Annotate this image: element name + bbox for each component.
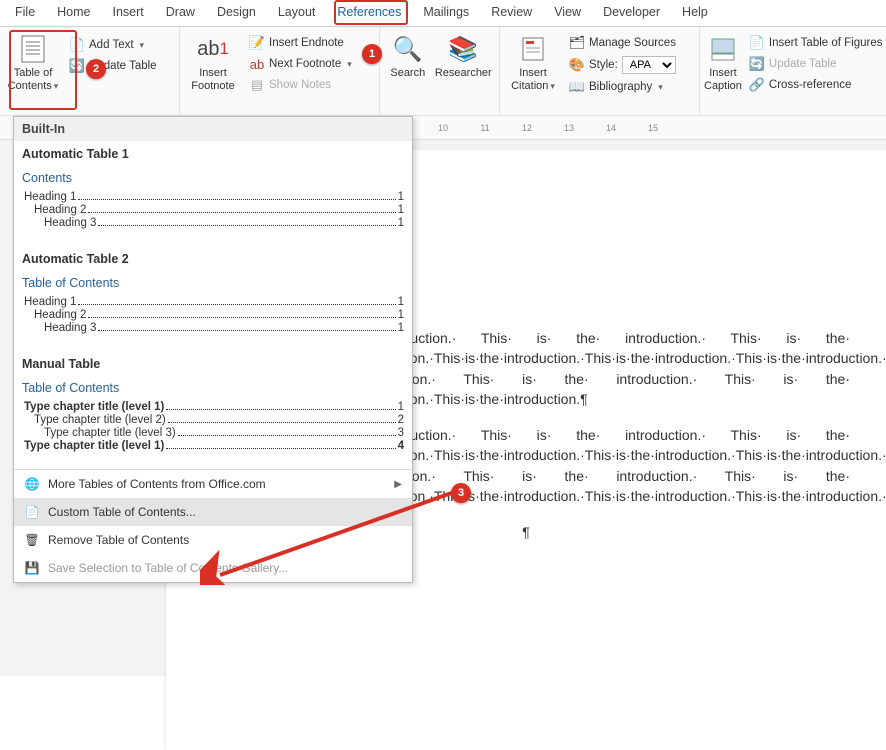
tab-home[interactable]: Home <box>46 0 101 26</box>
tab-developer[interactable]: Developer <box>592 0 671 26</box>
cross-reference-button[interactable]: 🔗 Cross-reference <box>746 75 886 95</box>
pilcrow-mark: ¶ <box>522 524 530 540</box>
toc-menu: 🌐 More Tables of Contents from Office.co… <box>14 469 412 582</box>
update-table-button[interactable]: 🔄 Update Table <box>66 56 160 76</box>
toc-preview-auto1[interactable]: Automatic Table 1 Contents Heading 11 He… <box>14 141 412 246</box>
citation-label: Insert Citation▾ <box>511 67 555 93</box>
toc-gallery-dropdown: Built-In Automatic Table 1 Contents Head… <box>13 116 413 583</box>
tab-view[interactable]: View <box>543 0 592 26</box>
toc-button-label: Table of Contents▾ <box>8 67 59 93</box>
save-gallery-icon: 💾 <box>24 561 40 575</box>
insert-caption-button[interactable]: Insert Caption <box>704 29 742 113</box>
toc-preview-auto2[interactable]: Automatic Table 2 Table of Contents Head… <box>14 246 412 351</box>
more-toc-office-item[interactable]: 🌐 More Tables of Contents from Office.co… <box>14 470 412 498</box>
insert-citation-button[interactable]: Insert Citation▾ <box>504 29 562 113</box>
tab-file[interactable]: File <box>4 0 46 26</box>
bibliography-button[interactable]: 📖 Bibliography▾ <box>566 77 679 97</box>
table-of-contents-button[interactable]: Table of Contents▾ <box>4 29 62 113</box>
update-caption-icon: 🔄 <box>749 56 765 72</box>
caption-icon <box>707 33 739 65</box>
insert-footnote-button[interactable]: ab1 Insert Footnote <box>184 29 242 113</box>
builtin-header: Built-In <box>14 117 412 141</box>
show-notes-icon: ▤ <box>249 77 265 93</box>
page-icon: 📄 <box>24 505 40 519</box>
manage-sources-button[interactable]: 🗂 Manage Sources <box>566 33 679 53</box>
crossref-icon: 🔗 <box>749 77 765 93</box>
custom-toc-item[interactable]: 📄 Custom Table of Contents... <box>14 498 412 526</box>
style-icon: 🎨 <box>569 57 585 73</box>
chevron-right-icon: ▶ <box>394 479 402 490</box>
caption-label: Insert Caption <box>704 67 742 93</box>
callout-1: 1 <box>362 44 382 64</box>
callout-3: 3 <box>451 483 471 503</box>
footnote-icon: ab1 <box>197 33 229 65</box>
update-icon: 🔄 <box>69 58 85 74</box>
manage-sources-icon: 🗂 <box>569 35 585 51</box>
globe-icon: 🌐 <box>24 477 40 491</box>
show-notes-button[interactable]: ▤ Show Notes <box>246 75 355 95</box>
bibliography-icon: 📖 <box>569 79 585 95</box>
tab-mailings[interactable]: Mailings <box>412 0 480 26</box>
style-select[interactable]: APA <box>622 56 676 74</box>
footnote-label: Insert Footnote <box>191 67 234 93</box>
search-icon: 🔍 <box>392 33 424 65</box>
add-text-icon: 📄 <box>69 37 85 53</box>
update-caption-table-button[interactable]: 🔄 Update Table <box>746 54 886 74</box>
citation-icon <box>517 33 549 65</box>
callout-2: 2 <box>86 59 106 79</box>
tab-design[interactable]: Design <box>206 0 267 26</box>
tab-layout[interactable]: Layout <box>267 0 327 26</box>
remove-toc-item[interactable]: 🗑 Remove Table of Contents <box>14 526 412 554</box>
tof-icon: 📄 <box>749 35 765 51</box>
tab-insert[interactable]: Insert <box>102 0 155 26</box>
endnote-icon: 📝 <box>249 35 265 51</box>
next-footnote-button[interactable]: ab Next Footnote▾ <box>246 54 355 74</box>
next-footnote-icon: ab <box>249 56 265 72</box>
tab-draw[interactable]: Draw <box>155 0 206 26</box>
tab-references[interactable]: References <box>326 0 412 26</box>
add-text-button[interactable]: 📄 Add Text▾ <box>66 35 160 55</box>
researcher-button[interactable]: 📚 Researcher <box>432 29 495 113</box>
search-button[interactable]: 🔍 Search <box>384 29 432 113</box>
researcher-icon: 📚 <box>447 33 479 65</box>
tab-help[interactable]: Help <box>671 0 719 26</box>
tab-review[interactable]: Review <box>480 0 543 26</box>
ribbon: Table of Contents▾ 📄 Add Text▾ 🔄 Update … <box>0 27 886 116</box>
save-selection-item[interactable]: 💾 Save Selection to Table of Contents Ga… <box>14 554 412 582</box>
menubar: File Home Insert Draw Design Layout Refe… <box>0 0 886 27</box>
toc-icon <box>17 33 49 65</box>
remove-icon: 🗑 <box>24 533 40 547</box>
insert-endnote-button[interactable]: 📝 Insert Endnote <box>246 33 355 53</box>
insert-tof-button[interactable]: 📄 Insert Table of Figures <box>746 33 886 53</box>
toc-preview-manual[interactable]: Manual Table Table of Contents Type chap… <box>14 351 412 469</box>
style-row: 🎨 Style: APA <box>566 54 679 76</box>
